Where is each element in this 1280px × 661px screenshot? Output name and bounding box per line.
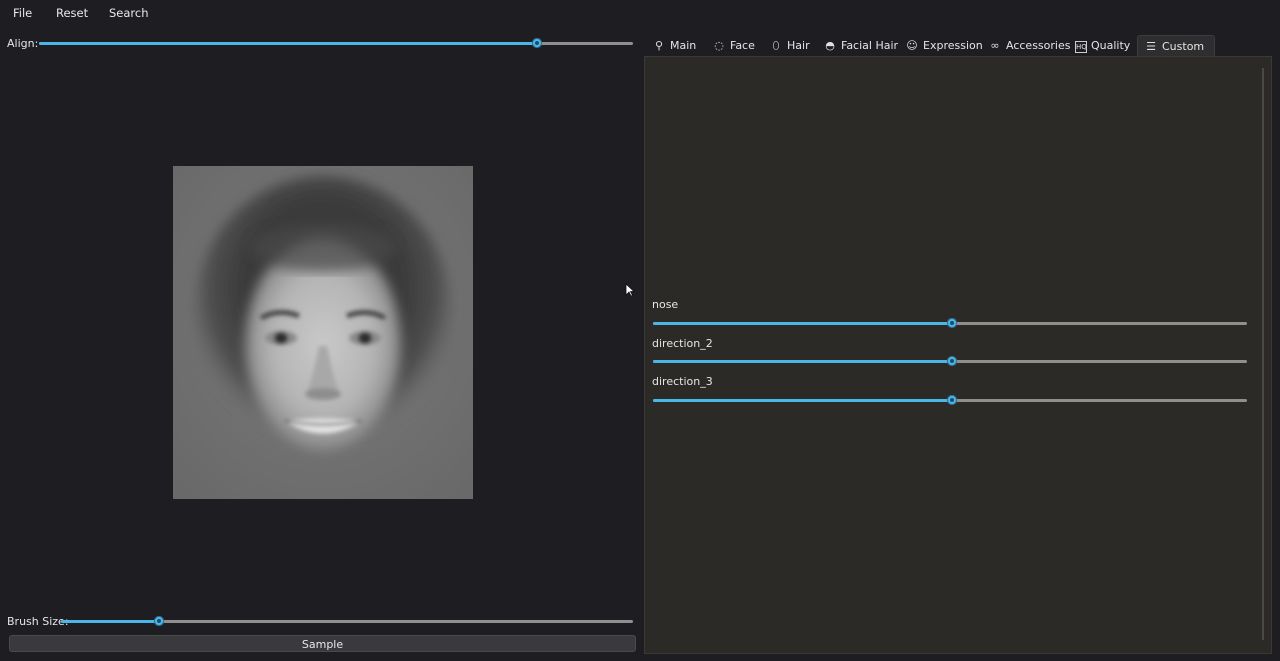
tab-label: Quality xyxy=(1091,39,1131,52)
smiley-icon: ☺ xyxy=(906,39,918,52)
brush-slider-handle[interactable] xyxy=(153,616,164,626)
tab-hair[interactable]: ⬯ Hair xyxy=(769,35,810,56)
mouse-cursor-icon xyxy=(625,283,635,297)
tab-accessories[interactable]: ∞ Accessories xyxy=(988,35,1070,56)
face-outline-icon: ◌ xyxy=(714,39,724,52)
brush-slider-fill xyxy=(61,620,159,623)
face-image-drawing xyxy=(173,166,473,499)
menu-reset[interactable]: Reset xyxy=(56,6,88,20)
tab-label: Facial Hair xyxy=(841,39,899,52)
slider-fill xyxy=(653,399,952,402)
tab-quality[interactable]: HQ Quality xyxy=(1075,35,1130,56)
direction-2-slider[interactable] xyxy=(653,355,1247,367)
hair-icon: ⬯ xyxy=(772,39,780,52)
tab-label: Custom xyxy=(1162,40,1205,53)
tab-main[interactable]: ⚲ Main xyxy=(652,35,696,56)
slider-handle[interactable] xyxy=(946,356,957,366)
menu-file[interactable]: File xyxy=(13,6,32,20)
tab-custom[interactable]: ☰ Custom xyxy=(1137,35,1216,57)
tab-expression[interactable]: ☺ Expression xyxy=(905,35,983,56)
slider-label-direction-3: direction_3 xyxy=(652,375,713,388)
slider-fill xyxy=(653,360,952,363)
align-slider-fill xyxy=(39,42,537,45)
align-slider[interactable] xyxy=(39,37,633,49)
tab-label: Hair xyxy=(787,39,810,52)
brush-size-label: Brush Size: xyxy=(7,615,69,628)
align-label: Align: xyxy=(7,37,39,50)
face-image[interactable] xyxy=(173,166,473,499)
slider-handle[interactable] xyxy=(946,318,957,328)
slider-fill xyxy=(653,322,952,325)
tab-label: Accessories xyxy=(1006,39,1071,52)
align-slider-handle[interactable] xyxy=(531,38,542,48)
sliders-icon: ☰ xyxy=(1146,40,1156,53)
wand-icon: ⚲ xyxy=(654,39,664,52)
slider-label-nose: nose xyxy=(652,298,679,311)
menu-search[interactable]: Search xyxy=(109,6,149,20)
slider-label-direction-2: direction_2 xyxy=(652,337,713,350)
slider-handle[interactable] xyxy=(946,395,957,405)
tab-label: Expression xyxy=(923,39,983,52)
beard-icon: ◓ xyxy=(825,39,835,52)
sample-button[interactable]: Sample xyxy=(9,635,636,652)
nose-slider[interactable] xyxy=(653,317,1247,329)
hq-icon: HQ xyxy=(1075,41,1087,53)
tab-facial-hair[interactable]: ◓ Facial Hair xyxy=(823,35,898,56)
tab-label: Main xyxy=(670,39,697,52)
panel-scrollbar[interactable] xyxy=(1262,68,1264,640)
tab-face[interactable]: ◌ Face xyxy=(712,35,755,56)
brush-size-slider[interactable] xyxy=(61,615,633,627)
direction-3-slider[interactable] xyxy=(653,394,1247,406)
tab-label: Face xyxy=(730,39,755,52)
menu-bar: File Reset Search xyxy=(0,0,1280,26)
glasses-icon: ∞ xyxy=(990,39,1000,52)
